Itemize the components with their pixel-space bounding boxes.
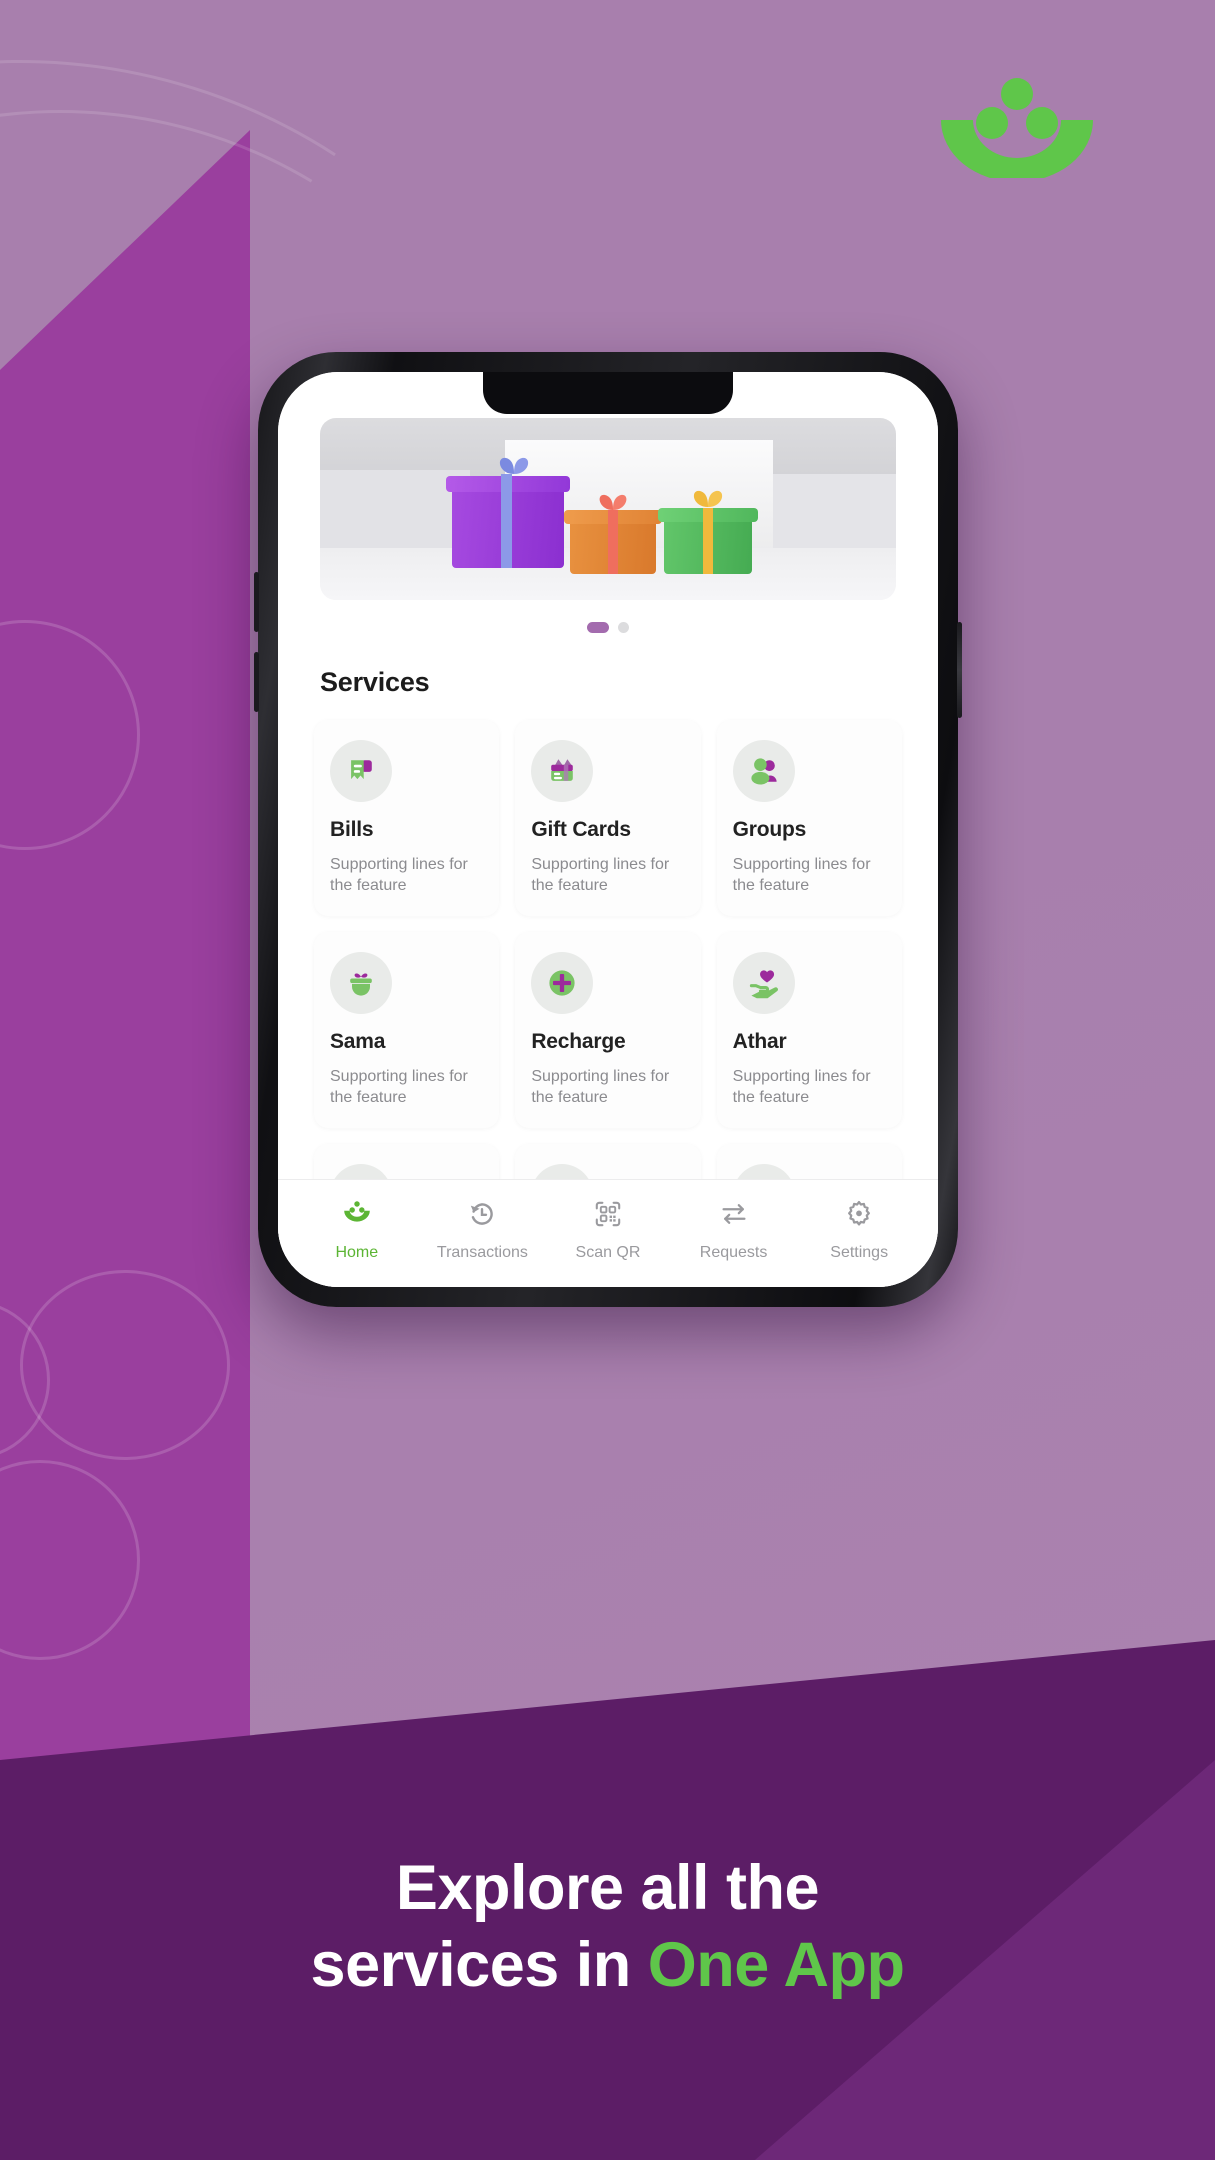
service-card[interactable]: Gift Cards Supporting lines for the featu… bbox=[515, 720, 701, 916]
gift-boxes-promo-banner[interactable] bbox=[320, 418, 896, 600]
service-card-subtitle: Supporting lines for the feature bbox=[531, 855, 670, 894]
bottom-navigation-bar: Home Transactions Scan QR Requests Setti… bbox=[278, 1179, 938, 1287]
caption-line-2: services in One App bbox=[0, 1927, 1215, 2004]
transfer-arrows-icon bbox=[718, 1198, 750, 1235]
service-card-title: Recharge bbox=[531, 1030, 626, 1053]
power-button[interactable] bbox=[957, 622, 962, 718]
caption-line-1: Explore all the bbox=[395, 1853, 820, 1923]
carousel-dot-inactive[interactable] bbox=[618, 622, 629, 633]
service-card[interactable]: MerchantsSupporting lines for the featur… bbox=[314, 1144, 500, 1179]
sama-gift-basket-icon bbox=[330, 952, 392, 1014]
qr-code-icon bbox=[592, 1198, 624, 1235]
phone-screen: Services Bills Supporting lines for the f… bbox=[278, 372, 938, 1287]
service-card-subtitle: Supporting lines for the feature bbox=[732, 855, 871, 894]
phone-notch bbox=[483, 372, 733, 414]
services-section-title: Services bbox=[320, 667, 430, 697]
service-card-title: Sama bbox=[330, 1030, 386, 1053]
carousel-dot-active[interactable] bbox=[587, 622, 609, 633]
nav-item-transactions[interactable]: Transactions bbox=[426, 1198, 538, 1262]
decor-ring-2 bbox=[20, 1270, 230, 1460]
nav-item-label: Home bbox=[335, 1243, 379, 1261]
gift-ribbon-blue bbox=[501, 474, 512, 568]
caption-plain: services in bbox=[310, 1929, 648, 2000]
service-card[interactable]: Bills Supporting lines for the feature bbox=[314, 720, 500, 916]
service-card-subtitle: Supporting lines for the feature bbox=[330, 1067, 468, 1106]
app-scroll-area[interactable]: Services Bills Supporting lines for the f… bbox=[278, 372, 938, 1179]
nav-item-label: Scan QR bbox=[575, 1243, 641, 1261]
service-card[interactable]: Sama Supporting lines for the feature bbox=[314, 932, 500, 1128]
service-card[interactable]: Recharge Supporting lines for the feature bbox=[515, 932, 701, 1128]
volume-up-button[interactable] bbox=[254, 572, 259, 632]
gift-ribbon-red bbox=[608, 510, 618, 574]
caption-highlight: One App bbox=[647, 1929, 905, 2000]
nav-item-scan-qr[interactable]: Scan QR bbox=[552, 1198, 664, 1262]
groups-people-icon bbox=[732, 740, 795, 802]
services-grid: Bills Supporting lines for the feature Gi… bbox=[278, 720, 938, 1179]
gift-ribbon-yellow bbox=[703, 508, 713, 574]
gear-icon bbox=[843, 1198, 875, 1235]
nav-item-home[interactable]: Home bbox=[301, 1198, 413, 1262]
carousel-dots[interactable] bbox=[278, 622, 938, 633]
recharge-plus-icon bbox=[531, 952, 594, 1014]
service-card[interactable]: Thawani MallSupporting lines for the fea… bbox=[716, 1144, 902, 1179]
service-card-title: Gift Cards bbox=[531, 818, 631, 841]
service-card-subtitle: Supporting lines for the feature bbox=[732, 1067, 871, 1106]
gift-bow-blue bbox=[492, 452, 536, 480]
service-card[interactable]: Groups Supporting lines for the feature bbox=[716, 720, 902, 916]
app-viewport: Services Bills Supporting lines for the f… bbox=[278, 372, 938, 1287]
athar-hand-heart-icon bbox=[732, 952, 795, 1014]
service-card-subtitle: Supporting lines for the feature bbox=[531, 1067, 670, 1106]
thawani-mall-bag-icon bbox=[732, 1164, 795, 1179]
nav-item-label: Transactions bbox=[436, 1243, 528, 1261]
promo-caption: Explore all the services in One App bbox=[0, 1850, 1215, 2004]
volume-down-button[interactable] bbox=[254, 652, 259, 712]
service-card-subtitle: Supporting lines for the feature bbox=[330, 855, 468, 894]
service-card[interactable]: InsuranceSupporting lines for the featur… bbox=[515, 1144, 701, 1179]
merchants-store-icon bbox=[330, 1164, 392, 1179]
service-card-title: Athar bbox=[732, 1030, 787, 1053]
service-card[interactable]: Athar Supporting lines for the feature bbox=[716, 932, 902, 1128]
nav-item-label: Settings bbox=[830, 1243, 889, 1261]
thawani-smile-logo bbox=[935, 78, 1100, 182]
clock-history-icon bbox=[466, 1198, 498, 1235]
gift-card-icon bbox=[531, 740, 594, 802]
phone-mockup: Services Bills Supporting lines for the f… bbox=[254, 352, 962, 1307]
nav-item-settings[interactable]: Settings bbox=[803, 1198, 915, 1262]
bills-receipt-icon bbox=[330, 740, 392, 802]
service-card-title: Groups bbox=[732, 818, 807, 841]
service-card-title: Bills bbox=[330, 818, 374, 841]
home-smile-icon bbox=[341, 1198, 373, 1235]
insurance-car-shield-icon bbox=[531, 1164, 594, 1179]
nav-item-requests[interactable]: Requests bbox=[678, 1198, 790, 1262]
nav-item-label: Requests bbox=[699, 1243, 768, 1261]
